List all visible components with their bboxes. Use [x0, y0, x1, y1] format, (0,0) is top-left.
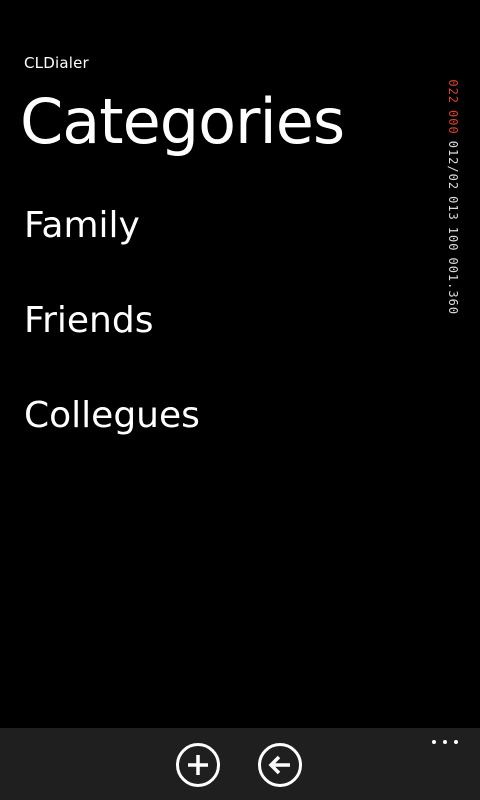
- frame-rate-counter: 022 000 012/02 013 100 001.360: [446, 30, 480, 400]
- ellipsis-icon[interactable]: [430, 732, 460, 752]
- frame-counter-segment: 000: [446, 110, 460, 135]
- app-title: CLDialer: [24, 54, 89, 72]
- ellipsis-dot: [432, 740, 436, 744]
- back-button[interactable]: [258, 743, 302, 787]
- frame-counter-segment: 022: [446, 79, 460, 105]
- ellipsis-dot: [443, 740, 447, 744]
- category-item-collegues[interactable]: Collegues: [24, 388, 200, 444]
- back-arrow-icon: [268, 755, 290, 775]
- application-bar: [0, 728, 480, 800]
- category-list: Family Friends Collegues: [24, 198, 200, 483]
- phone-screen: CLDialer Categories Family Friends Colle…: [0, 0, 480, 800]
- frame-counter-segment: 013: [446, 196, 460, 221]
- frame-counter-segment: 012/02: [446, 140, 460, 191]
- frame-counter-segment: 001.360: [446, 257, 460, 316]
- add-button[interactable]: [176, 743, 220, 787]
- category-item-friends[interactable]: Friends: [24, 293, 200, 349]
- page-title: Categories: [20, 85, 345, 158]
- ellipsis-dot: [454, 740, 458, 744]
- add-icon: [188, 755, 208, 775]
- category-item-family[interactable]: Family: [24, 198, 200, 254]
- frame-counter-segment: 100: [446, 226, 460, 252]
